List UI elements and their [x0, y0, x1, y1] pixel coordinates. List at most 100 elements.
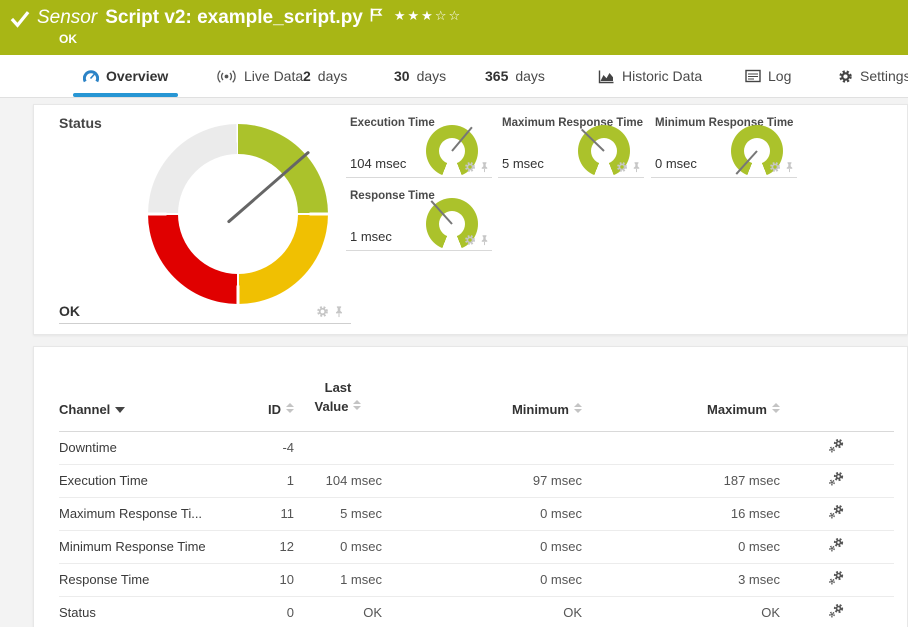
channel-id: 11 [229, 497, 294, 530]
overview-content: Status OK [0, 98, 908, 627]
column-header-id[interactable]: ID [229, 375, 294, 431]
channel-row[interactable]: Minimum Response Time 12 0 msec 0 msec 0… [59, 530, 894, 563]
gear-icon [838, 69, 853, 84]
channel-maximum [582, 431, 780, 464]
gauge-value: 0 msec [655, 156, 697, 171]
channel-last-value: OK [294, 596, 382, 627]
log-icon [745, 69, 761, 83]
tab-overview-label: Overview [106, 68, 168, 84]
column-header-minimum[interactable]: Minimum [382, 375, 582, 431]
gauge-title: Response Time [350, 190, 435, 202]
sensor-header: Sensor Script v2: example_script.py ★★★☆… [0, 0, 908, 55]
tab-historic-data-label: Historic Data [622, 68, 702, 84]
gauge-panel: Execution Time 104 msec [346, 112, 492, 178]
gear-icon[interactable] [769, 161, 781, 173]
channel-name: Maximum Response Ti... [59, 497, 229, 530]
gear-icon[interactable] [464, 161, 476, 173]
pin-icon[interactable] [479, 234, 490, 246]
gauge-needle [581, 129, 605, 152]
tab-overview[interactable]: Overview [73, 55, 178, 97]
gauge-title: Minimum Response Time [655, 117, 793, 129]
tab-historic-data[interactable]: Historic Data [588, 55, 712, 97]
channel-row[interactable]: Response Time 10 1 msec 0 msec 3 msec [59, 563, 894, 596]
channel-maximum: OK [582, 596, 780, 627]
sort-icon [286, 403, 294, 413]
gauge-panel: Maximum Response Time 5 msec [498, 112, 644, 178]
star-rating[interactable]: ★★★☆☆ [394, 9, 462, 24]
channel-settings-gears-icon[interactable] [828, 471, 845, 487]
gauge-title: Execution Time [350, 117, 435, 129]
sort-icon [574, 403, 582, 413]
mini-gauges-area: Execution Time 104 msec Maximum Response… [34, 105, 907, 334]
tab-2-days-label: days [318, 68, 348, 84]
channel-id: -4 [229, 431, 294, 464]
channel-maximum: 187 msec [582, 464, 780, 497]
tab-365-days-number: 365 [485, 68, 508, 84]
channel-row[interactable]: Downtime -4 [59, 431, 894, 464]
channel-settings-gears-icon[interactable] [828, 570, 845, 586]
sort-icon [772, 403, 780, 413]
channel-settings-gears-icon[interactable] [828, 603, 845, 619]
column-header-channel[interactable]: Channel [59, 375, 229, 431]
tab-2-days-number: 2 [303, 68, 311, 84]
tab-30-days[interactable]: 30 days [384, 55, 456, 97]
channel-row[interactable]: Maximum Response Ti... 11 5 msec 0 msec … [59, 497, 894, 530]
channel-minimum: OK [382, 596, 582, 627]
tab-2-days[interactable]: 2 days [293, 55, 357, 97]
tab-30-days-label: days [417, 68, 447, 84]
column-header-maximum[interactable]: Maximum [582, 375, 780, 431]
channel-id: 10 [229, 563, 294, 596]
pin-icon[interactable] [631, 161, 642, 173]
tab-log-label: Log [768, 68, 791, 84]
channel-last-value: 0 msec [294, 530, 382, 563]
gauge-value: 5 msec [502, 156, 544, 171]
channel-id: 0 [229, 596, 294, 627]
channel-name: Execution Time [59, 464, 229, 497]
tab-365-days[interactable]: 365 days [475, 55, 555, 97]
gauge-panel: Response Time 1 msec [346, 185, 492, 251]
channel-settings-gears-icon[interactable] [828, 504, 845, 520]
flag-icon[interactable] [369, 7, 384, 23]
pin-icon[interactable] [479, 161, 490, 173]
channel-minimum: 0 msec [382, 530, 582, 563]
channel-row[interactable]: Execution Time 1 104 msec 97 msec 187 ms… [59, 464, 894, 497]
gauge-icon [83, 69, 99, 84]
channel-id: 1 [229, 464, 294, 497]
check-icon [10, 10, 30, 28]
channel-name: Downtime [59, 431, 229, 464]
live-data-icon [216, 69, 237, 84]
channel-last-value: 104 msec [294, 464, 382, 497]
channel-settings-gears-icon[interactable] [828, 438, 845, 454]
historic-data-icon [598, 69, 615, 84]
gauge-value: 1 msec [350, 229, 392, 244]
column-header-actions [780, 375, 894, 431]
gauge-panel: Minimum Response Time 0 msec [651, 112, 797, 178]
channel-minimum: 97 msec [382, 464, 582, 497]
sensor-titles: Sensor Script v2: example_script.py ★★★☆… [37, 7, 462, 46]
gear-icon[interactable] [616, 161, 628, 173]
column-header-last-value[interactable]: LastValue [294, 375, 382, 431]
sort-desc-icon [115, 407, 125, 413]
stars-filled[interactable]: ★★★ [394, 9, 435, 24]
channel-minimum: 0 msec [382, 497, 582, 530]
channel-maximum: 16 msec [582, 497, 780, 530]
channels-table-header-row: Channel ID LastValue Minimum Maximum [59, 375, 894, 431]
tab-bar: Overview Live Data 2 days 30 days 365 da… [0, 55, 908, 98]
tab-settings[interactable]: Settings [828, 55, 908, 97]
channel-settings-gears-icon[interactable] [828, 537, 845, 553]
tab-log[interactable]: Log [735, 55, 801, 97]
channels-card: Channel ID LastValue Minimum Maximum Dow… [33, 346, 908, 627]
channel-last-value [294, 431, 382, 464]
tab-365-days-label: days [515, 68, 545, 84]
gauge-needle [451, 127, 472, 152]
channel-row[interactable]: Status 0 OK OK OK [59, 596, 894, 627]
stars-empty[interactable]: ☆☆ [435, 9, 462, 24]
channel-last-value: 1 msec [294, 563, 382, 596]
channel-maximum: 3 msec [582, 563, 780, 596]
tab-settings-label: Settings [860, 68, 908, 84]
channel-maximum: 0 msec [582, 530, 780, 563]
pin-icon[interactable] [784, 161, 795, 173]
channel-minimum: 0 msec [382, 563, 582, 596]
channel-name: Minimum Response Time [59, 530, 229, 563]
gear-icon[interactable] [464, 234, 476, 246]
